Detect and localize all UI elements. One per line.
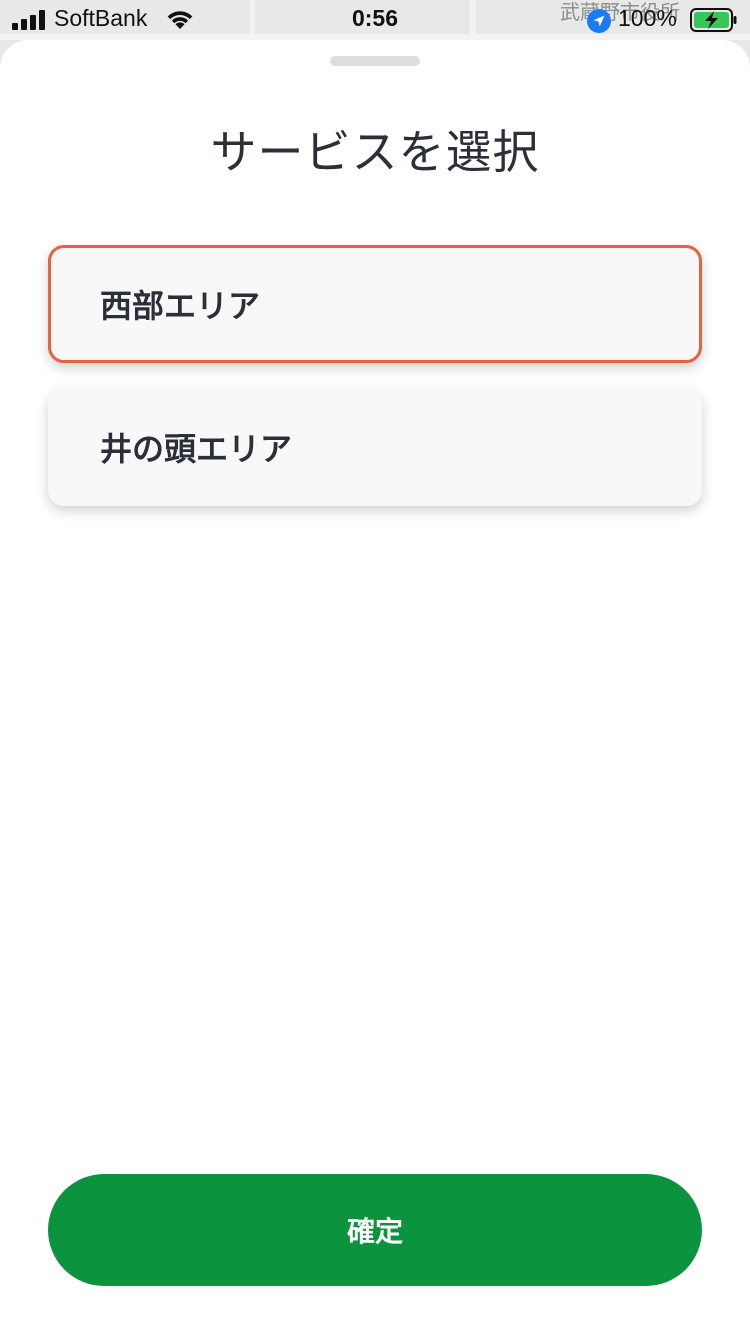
service-select-sheet: サービスを選択 西部エリア 井の頭エリア 確定 [0, 40, 750, 1334]
service-option-west-area[interactable]: 西部エリア [48, 245, 702, 363]
service-option-label: 西部エリア [100, 287, 261, 325]
battery-percentage: 100% [618, 5, 677, 31]
screen: 武蔵野市役所 SoftBank 0:56 100% サービスを選択 西部エリア … [0, 0, 750, 1334]
battery-charging-icon [690, 8, 737, 32]
status-bar: SoftBank 0:56 100% [0, 0, 750, 40]
sheet-title: サービスを選択 [210, 125, 540, 179]
confirm-button[interactable]: 確定 [48, 1174, 702, 1286]
sheet-grabber-handle[interactable] [330, 56, 420, 66]
location-arrow-icon [587, 9, 611, 33]
service-option-inokashira-area[interactable]: 井の頭エリア [48, 388, 702, 506]
service-option-label: 井の頭エリア [100, 430, 293, 468]
